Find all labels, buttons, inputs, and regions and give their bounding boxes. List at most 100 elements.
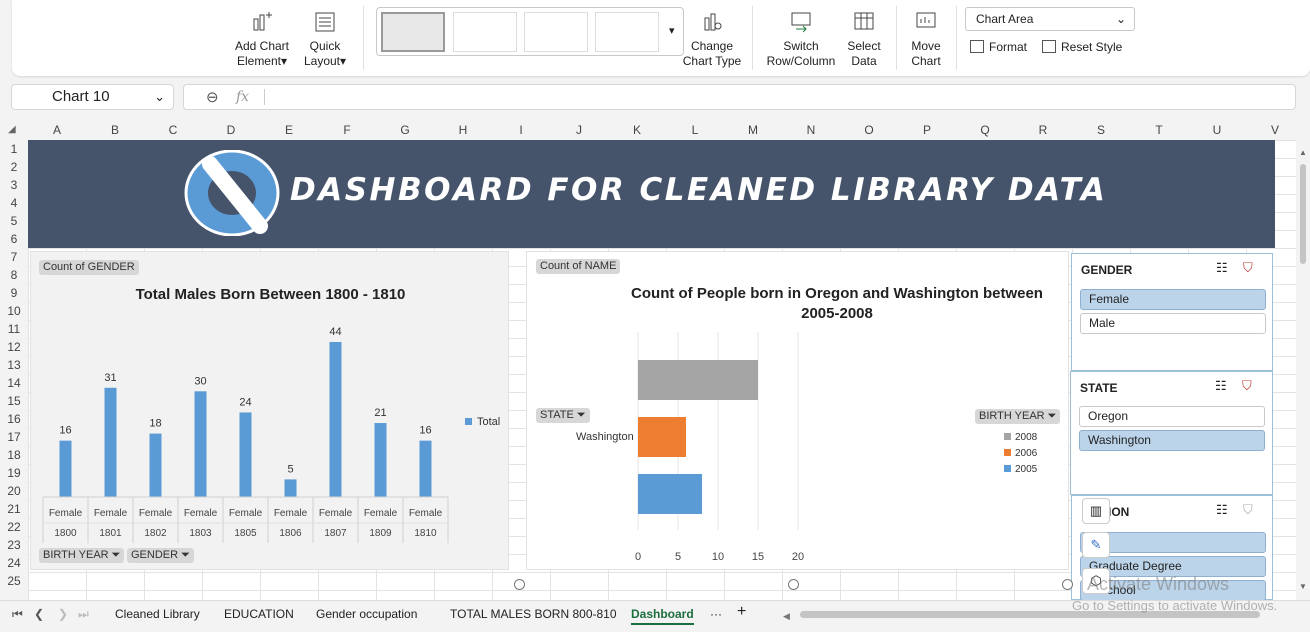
chart-style-thumb-1[interactable] (381, 12, 445, 52)
zoom-icon[interactable]: ⊖ (206, 88, 219, 106)
row-header-12[interactable]: 12 (0, 338, 28, 356)
chart-style-thumb-2[interactable] (453, 12, 517, 52)
row-header-13[interactable]: 13 (0, 356, 28, 374)
select-all-icon[interactable]: ◢ (8, 124, 16, 135)
add-chart-element-button[interactable]: Add Chart Element▾ (232, 10, 292, 69)
select-data-button[interactable]: Select Data (842, 10, 886, 69)
row-header-7[interactable]: 7 (0, 248, 28, 266)
chart-styles-button[interactable]: ✎ (1082, 532, 1110, 558)
scroll-up-icon[interactable]: ▲ (1299, 148, 1307, 157)
reset-style-button[interactable]: Reset Style (1042, 39, 1122, 55)
row-header-11[interactable]: 11 (0, 320, 28, 338)
row-header-1[interactable]: 1 (0, 140, 28, 158)
quick-layout-button[interactable]: Quick Layout▾ (302, 10, 348, 69)
chart-style-thumb-4[interactable] (595, 12, 659, 52)
change-chart-type-button[interactable]: Change Chart Type (682, 10, 742, 69)
vertical-scrollbar[interactable]: ▲ ▼ (1296, 140, 1310, 600)
row-header-6[interactable]: 6 (0, 230, 28, 248)
row-header-18[interactable]: 18 (0, 446, 28, 464)
row-header-19[interactable]: 19 (0, 464, 28, 482)
column-header-j[interactable]: J (550, 120, 608, 140)
axis-chip-gender[interactable]: GENDER ⏷ (127, 548, 194, 563)
column-header-l[interactable]: L (666, 120, 724, 140)
tab-cleaned-library[interactable]: Cleaned Library (115, 605, 200, 623)
row-header-14[interactable]: 14 (0, 374, 28, 392)
chart-style-thumb-3[interactable] (524, 12, 588, 52)
row-header-10[interactable]: 10 (0, 302, 28, 320)
row-header-17[interactable]: 17 (0, 428, 28, 446)
name-box[interactable]: Chart 10 ⌄ (11, 84, 174, 110)
prev-sheet-icon[interactable]: ❮ (34, 605, 44, 623)
chart-total-males[interactable]: Count of GENDER Total Males Born Between… (30, 251, 509, 570)
gallery-more-icon[interactable]: ▾ (669, 24, 675, 37)
column-header-v[interactable]: V (1246, 120, 1304, 140)
row-header-4[interactable]: 4 (0, 194, 28, 212)
multi-select-icon[interactable]: ☷ (1215, 378, 1227, 394)
tab-education[interactable]: EDUCATION (224, 605, 294, 623)
clear-filter-icon[interactable]: ⛉ (1243, 260, 1253, 276)
move-chart-button[interactable]: Move Chart (904, 10, 948, 69)
column-header-t[interactable]: T (1130, 120, 1188, 140)
row-header-21[interactable]: 21 (0, 500, 28, 518)
column-header-c[interactable]: C (144, 120, 202, 140)
scroll-down-icon[interactable]: ▼ (1299, 582, 1307, 591)
column-header-i[interactable]: I (492, 120, 550, 140)
formula-bar[interactable]: ⊖ fx (183, 84, 1296, 110)
fx-icon[interactable]: fx (236, 89, 249, 105)
multi-select-icon[interactable]: ☷ (1216, 502, 1228, 518)
scroll-thumb[interactable] (1300, 164, 1306, 264)
slicer-state[interactable]: STATE ☷ ⛉ Oregon Washington (1070, 371, 1273, 495)
column-header-p[interactable]: P (898, 120, 956, 140)
add-sheet-button[interactable]: + (737, 603, 746, 621)
column-header-m[interactable]: M (724, 120, 782, 140)
slicer-item-washington[interactable]: Washington (1079, 430, 1265, 451)
tab-gender-occupation[interactable]: Gender occupation (316, 605, 417, 623)
column-header-d[interactable]: D (202, 120, 260, 140)
clear-filter-icon[interactable]: ⛉ (1242, 378, 1252, 394)
column-header-s[interactable]: S (1072, 120, 1130, 140)
row-header-3[interactable]: 3 (0, 176, 28, 194)
row-header-16[interactable]: 16 (0, 410, 28, 428)
next-sheet-icon[interactable]: ❯ (58, 605, 68, 623)
column-header-g[interactable]: G (376, 120, 434, 140)
column-header-b[interactable]: B (86, 120, 144, 140)
format-selection-button[interactable]: Format (970, 39, 1027, 55)
column-header-r[interactable]: R (1014, 120, 1072, 140)
chart-element-dropdown[interactable]: Chart Area ⌄ (965, 7, 1135, 31)
scroll-left-icon[interactable]: ◀ (783, 607, 790, 625)
column-header-n[interactable]: N (782, 120, 840, 140)
switch-row-column-button[interactable]: Switch Row/Column (764, 10, 838, 69)
chart-elements-button[interactable]: ▥ (1082, 498, 1110, 524)
column-header-h[interactable]: H (434, 120, 492, 140)
column-header-q[interactable]: Q (956, 120, 1014, 140)
row-header-22[interactable]: 22 (0, 518, 28, 536)
row-header-5[interactable]: 5 (0, 212, 28, 230)
worksheet[interactable]: DASHBOARD FOR CLEANED LIBRARY DATA Count… (28, 140, 1296, 600)
multi-select-icon[interactable]: ☷ (1216, 260, 1228, 276)
first-sheet-icon[interactable]: ⏮ (12, 605, 23, 623)
column-header-e[interactable]: E (260, 120, 318, 140)
last-sheet-icon[interactable]: ⏭ (78, 605, 89, 623)
tab-total-males-born[interactable]: TOTAL MALES BORN 800-810 (450, 605, 617, 623)
row-header-15[interactable]: 15 (0, 392, 28, 410)
slicer-gender[interactable]: GENDER ☷ ⛉ Female Male (1071, 253, 1273, 371)
resize-handle[interactable] (788, 579, 799, 590)
more-sheets-button[interactable]: ··· (710, 605, 722, 623)
resize-handle[interactable] (1062, 579, 1073, 590)
row-header-25[interactable]: 25 (0, 572, 28, 590)
chart-people-oregon-washington[interactable]: Count of NAME Count of People born in Or… (526, 251, 1069, 570)
slicer-item-male[interactable]: Male (1080, 313, 1266, 334)
row-header-24[interactable]: 24 (0, 554, 28, 572)
clear-filter-icon[interactable]: ⛉ (1243, 502, 1253, 518)
slicer-item-female[interactable]: Female (1080, 289, 1266, 310)
row-header-9[interactable]: 9 (0, 284, 28, 302)
row-header-20[interactable]: 20 (0, 482, 28, 500)
resize-handle[interactable] (514, 579, 525, 590)
row-header-2[interactable]: 2 (0, 158, 28, 176)
column-header-f[interactable]: F (318, 120, 376, 140)
slicer-item-oregon[interactable]: Oregon (1079, 406, 1265, 427)
column-header-a[interactable]: A (28, 120, 86, 140)
legend-chip-birth-year[interactable]: BIRTH YEAR ⏷ (975, 409, 1061, 424)
column-header-k[interactable]: K (608, 120, 666, 140)
column-header-o[interactable]: O (840, 120, 898, 140)
